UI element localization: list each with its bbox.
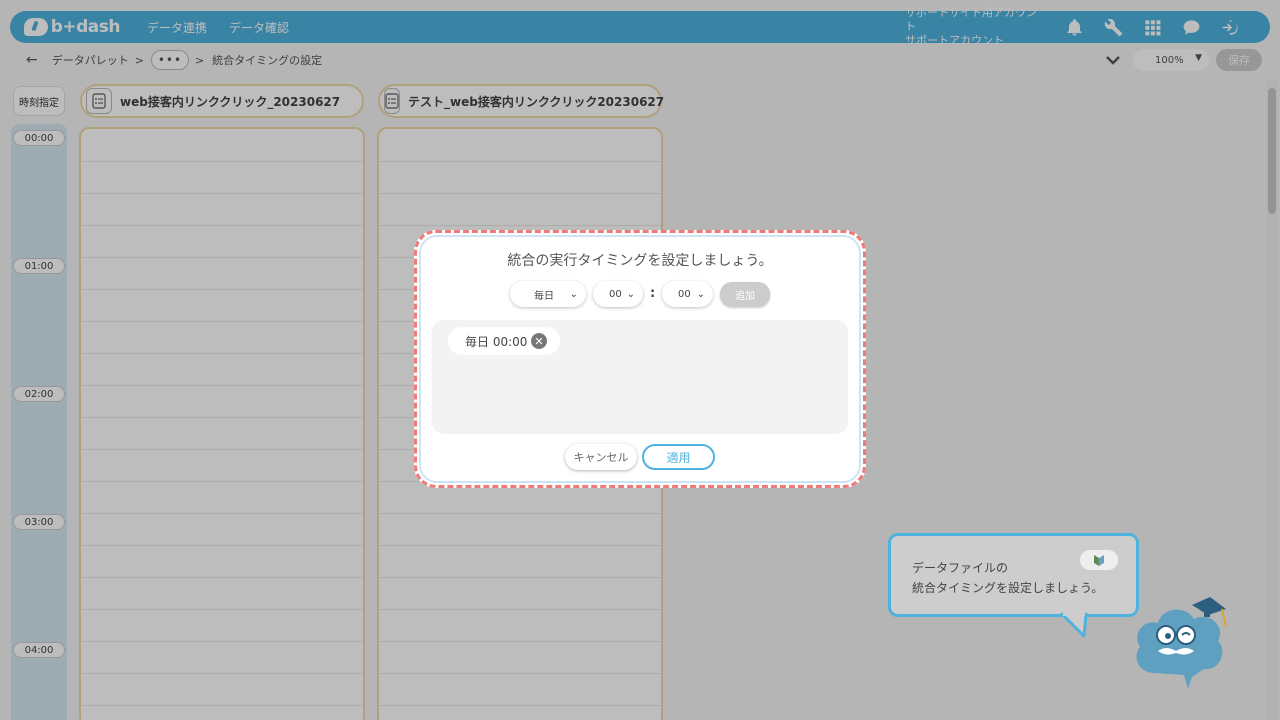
apply-button[interactable]: 適用 xyxy=(642,444,715,470)
beginner-mark-icon[interactable] xyxy=(1080,550,1118,570)
tooltip-line: 統合タイミングを設定しましょう。 xyxy=(912,581,1104,595)
tooltip-line: データファイルの xyxy=(912,561,1009,575)
minute-value: 00 xyxy=(678,288,691,300)
add-button[interactable]: 追加 xyxy=(720,282,770,307)
chevron-down-icon: ⌄ xyxy=(626,288,635,300)
schedule-chip-label: 毎日 00:00 xyxy=(465,334,528,349)
guide-tooltip: データファイルの 統合タイミングを設定しましょう。 xyxy=(888,533,1139,617)
cancel-button[interactable]: キャンセル xyxy=(565,444,637,470)
close-circle-icon[interactable]: ✕ xyxy=(531,333,547,349)
schedule-chip: 毎日 00:00 ✕ xyxy=(448,327,560,355)
frequency-value: 毎日 xyxy=(534,290,554,302)
time-separator: : xyxy=(650,286,656,301)
hour-select[interactable]: 00 ⌄ xyxy=(593,281,643,307)
frequency-select[interactable]: 毎日 ⌄ xyxy=(510,281,586,307)
hour-value: 00 xyxy=(609,288,622,300)
chevron-down-icon: ⌄ xyxy=(569,288,578,300)
mascot-cloud-icon[interactable] xyxy=(1130,595,1230,691)
dialog-title: 統合の実行タイミングを設定しましょう。 xyxy=(507,253,773,269)
chevron-down-icon: ⌄ xyxy=(696,288,705,300)
tooltip-tail xyxy=(1060,612,1088,638)
timing-settings-dialog: 統合の実行タイミングを設定しましょう。 毎日 ⌄ 00 ⌄ : 00 ⌄ 追加 … xyxy=(414,230,866,488)
tooltip-text: データファイルの 統合タイミングを設定しましょう。 xyxy=(912,558,1103,598)
schedule-list: 毎日 00:00 ✕ xyxy=(432,320,848,434)
minute-select[interactable]: 00 ⌄ xyxy=(662,281,713,307)
